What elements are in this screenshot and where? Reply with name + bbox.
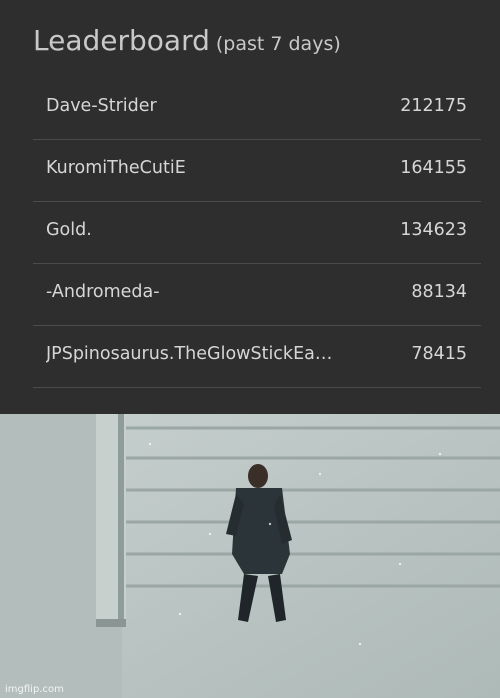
player-name: JPSpinosaurus.TheGlowStickEa… — [46, 344, 333, 364]
player-name: Gold. — [46, 220, 92, 240]
player-score: 88134 — [411, 282, 467, 302]
leaderboard-row[interactable]: JPSpinosaurus.TheGlowStickEa… 78415 — [33, 326, 481, 388]
leaderboard-row[interactable]: KuromiTheCutiE 164155 — [33, 140, 481, 202]
leaderboard-period: (past 7 days) — [215, 33, 341, 55]
player-score: 78415 — [411, 344, 467, 364]
player-score: 164155 — [400, 158, 467, 178]
leaderboard-row[interactable]: -Andromeda- 88134 — [33, 264, 481, 326]
snow-scene-photo: imgflip.com — [0, 414, 500, 698]
player-name: KuromiTheCutiE — [46, 158, 186, 178]
leaderboard-row-partial — [33, 388, 481, 414]
snow-scene-illustration — [0, 414, 500, 698]
imgflip-watermark: imgflip.com — [5, 684, 64, 695]
player-score: 212175 — [400, 96, 467, 116]
leaderboard-row[interactable]: Dave-Strider 212175 — [33, 78, 481, 140]
leaderboard-list: Dave-Strider 212175 KuromiTheCutiE 16415… — [33, 78, 481, 414]
leaderboard-title: Leaderboard (past 7 days) — [33, 24, 341, 57]
leaderboard-heading: Leaderboard — [33, 24, 210, 57]
player-score: 134623 — [400, 220, 467, 240]
leaderboard-panel: Leaderboard (past 7 days) Dave-Strider 21… — [0, 0, 500, 414]
player-name: -Andromeda- — [46, 282, 160, 302]
player-name: Dave-Strider — [46, 96, 157, 116]
leaderboard-row[interactable]: Gold. 134623 — [33, 202, 481, 264]
